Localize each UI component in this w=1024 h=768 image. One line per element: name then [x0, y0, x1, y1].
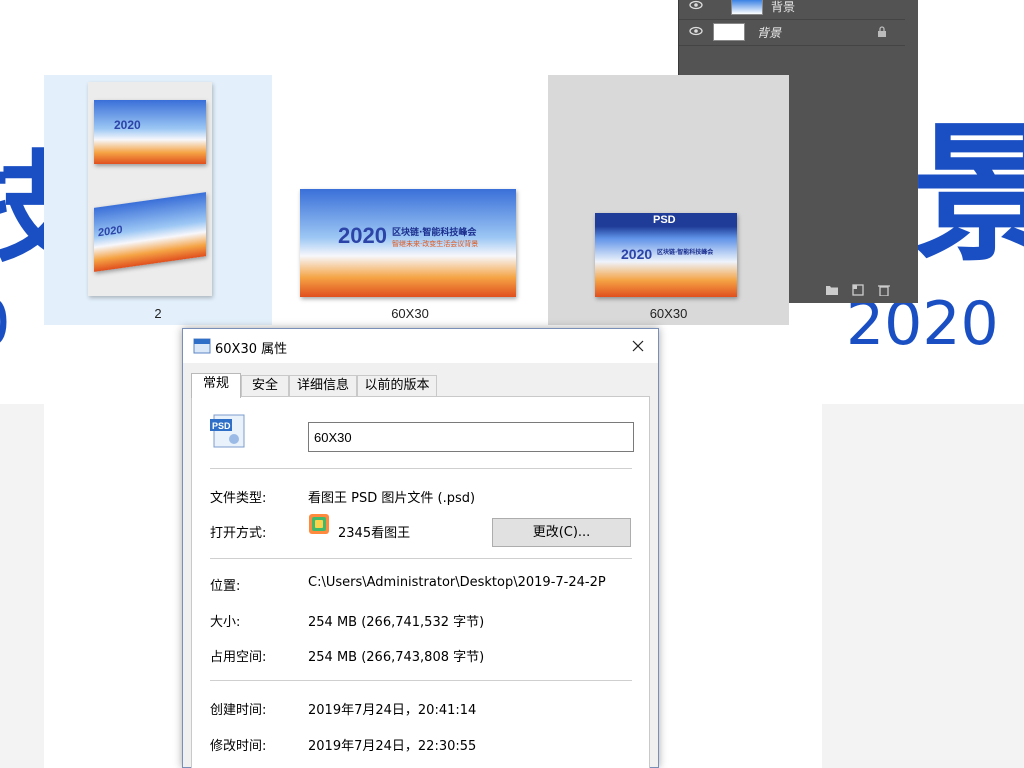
close-icon[interactable]: [627, 335, 649, 357]
banner-year: 2020: [621, 246, 653, 262]
banner-title: 区块链·智能科技峰会: [392, 228, 477, 238]
banner-title: 区块链·智能科技峰会: [657, 249, 714, 256]
banner-year: 2020: [114, 118, 141, 132]
file-icon-label: PSD: [212, 421, 231, 431]
layer-row[interactable]: 背景: [679, 20, 905, 46]
lock-icon: [878, 26, 886, 37]
disk-size-label: 占用空间:: [210, 650, 267, 665]
banner-subtitle: 智继未来·改变生活会议背景: [392, 240, 479, 248]
eye-icon[interactable]: [689, 0, 703, 10]
eye-icon[interactable]: [689, 26, 703, 36]
created-label: 创建时间:: [210, 703, 267, 718]
file-name-field[interactable]: [308, 422, 634, 452]
thumbnail-label: 60X30: [649, 306, 688, 321]
tab-details[interactable]: 详细信息: [289, 375, 357, 397]
photoshop-panel-edge: [789, 75, 822, 275]
tab-security[interactable]: 安全: [241, 375, 289, 397]
banner-preview: 2020 区块链·智能科技峰会 智继未来·改变生活会议背景: [300, 189, 516, 297]
layer-name: 背景: [757, 26, 782, 40]
layer-name: 背景: [771, 0, 796, 14]
location-value: C:\Users\Administrator\Desktop\2019-7-24…: [308, 575, 606, 590]
layer-thumbnail: [713, 23, 745, 41]
folder-icon[interactable]: [825, 281, 839, 295]
file-type-label: 文件类型:: [210, 491, 267, 506]
psd-tag: PSD: [653, 214, 676, 226]
psd-file-icon: PSD: [210, 413, 250, 449]
open-with-label: 打开方式:: [210, 526, 267, 541]
banner-preview: 2020: [94, 192, 206, 272]
modified-value: 2019年7月24日，22:30:55: [308, 739, 477, 754]
disk-size-value: 254 MB (266,743,808 字节): [308, 650, 485, 665]
banner-preview: 2020: [94, 100, 206, 164]
file-properties-dialog: 60X30 属性 常规 安全 详细信息 以前的版本 PSD 文件类型: 看图王 …: [182, 328, 659, 768]
new-layer-icon[interactable]: [851, 281, 865, 296]
dialog-titlebar[interactable]: 60X30 属性: [183, 329, 658, 363]
thumbnail-tile[interactable]: PSD 2020 区块链·智能科技峰会 60X30: [548, 75, 789, 325]
modified-label: 修改时间:: [210, 739, 267, 754]
thumbnail-label: 2: [154, 306, 162, 321]
preview-stack: 2020 2020: [88, 82, 212, 296]
general-tab-panel: PSD 文件类型: 看图王 PSD 图片文件 (.psd) 打开方式: 2345…: [191, 396, 650, 768]
thumbnail-label: 60X30: [391, 306, 429, 321]
banner-year: 2020: [338, 223, 387, 248]
background-year: 2020: [846, 289, 999, 359]
banner-year: 2020: [98, 223, 123, 240]
created-value: 2019年7月24日，20:41:14: [308, 703, 477, 718]
background-heading-glyph: 景: [912, 108, 1024, 282]
open-with-value: 2345看图王: [338, 526, 411, 541]
psd-file-icon: [193, 338, 211, 354]
banner-preview: PSD 2020 区块链·智能科技峰会: [595, 213, 737, 297]
divider: [210, 558, 632, 559]
layers-panel-toolbar: [819, 277, 899, 299]
size-label: 大小:: [210, 615, 241, 630]
location-label: 位置:: [210, 579, 241, 594]
trash-icon[interactable]: [877, 281, 891, 297]
tab-general[interactable]: 常规: [191, 373, 241, 398]
layer-row[interactable]: 背景: [679, 0, 905, 20]
size-value: 254 MB (266,741,532 字节): [308, 615, 485, 630]
thumbnail-tile[interactable]: 2020 区块链·智能科技峰会 智继未来·改变生活会议背景 60X30: [272, 75, 548, 325]
app-icon: [309, 514, 329, 534]
change-app-button[interactable]: 更改(C)...: [492, 518, 631, 547]
background-digit-fragment: 0: [0, 292, 11, 356]
file-type-value: 看图王 PSD 图片文件 (.psd): [308, 491, 476, 506]
tab-previous-versions[interactable]: 以前的版本: [357, 375, 437, 397]
divider: [210, 680, 632, 681]
layer-thumbnail: [731, 0, 763, 15]
dialog-title: 60X30 属性: [215, 342, 288, 357]
divider: [210, 468, 632, 469]
